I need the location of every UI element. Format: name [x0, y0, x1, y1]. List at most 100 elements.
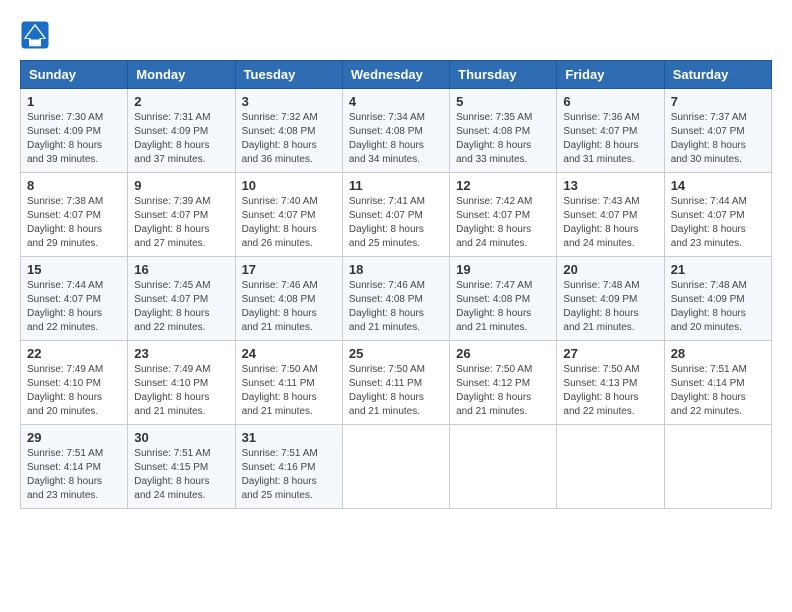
calendar-day-cell — [557, 425, 664, 509]
day-number: 12 — [456, 178, 550, 193]
day-number: 4 — [349, 94, 443, 109]
page-header — [20, 20, 772, 50]
calendar-day-cell: 15 Sunrise: 7:44 AM Sunset: 4:07 PM Dayl… — [21, 257, 128, 341]
day-info: Sunrise: 7:32 AM Sunset: 4:08 PM Dayligh… — [242, 111, 336, 167]
calendar-day-cell: 25 Sunrise: 7:50 AM Sunset: 4:11 PM Dayl… — [342, 341, 449, 425]
day-number: 14 — [671, 178, 765, 193]
calendar-day-cell: 13 Sunrise: 7:43 AM Sunset: 4:07 PM Dayl… — [557, 173, 664, 257]
day-number: 3 — [242, 94, 336, 109]
day-info: Sunrise: 7:31 AM Sunset: 4:09 PM Dayligh… — [134, 111, 228, 167]
calendar-table: SundayMondayTuesdayWednesdayThursdayFrid… — [20, 60, 772, 509]
weekday-header: Saturday — [664, 61, 771, 89]
calendar-day-cell: 4 Sunrise: 7:34 AM Sunset: 4:08 PM Dayli… — [342, 89, 449, 173]
day-info: Sunrise: 7:51 AM Sunset: 4:14 PM Dayligh… — [671, 363, 765, 419]
day-info: Sunrise: 7:44 AM Sunset: 4:07 PM Dayligh… — [671, 195, 765, 251]
weekday-header: Sunday — [21, 61, 128, 89]
calendar-day-cell: 27 Sunrise: 7:50 AM Sunset: 4:13 PM Dayl… — [557, 341, 664, 425]
day-number: 2 — [134, 94, 228, 109]
day-number: 11 — [349, 178, 443, 193]
day-info: Sunrise: 7:48 AM Sunset: 4:09 PM Dayligh… — [671, 279, 765, 335]
day-info: Sunrise: 7:51 AM Sunset: 4:16 PM Dayligh… — [242, 447, 336, 503]
calendar-day-cell: 9 Sunrise: 7:39 AM Sunset: 4:07 PM Dayli… — [128, 173, 235, 257]
calendar-week-row: 15 Sunrise: 7:44 AM Sunset: 4:07 PM Dayl… — [21, 257, 772, 341]
calendar-day-cell: 19 Sunrise: 7:47 AM Sunset: 4:08 PM Dayl… — [450, 257, 557, 341]
day-number: 17 — [242, 262, 336, 277]
calendar-day-cell: 23 Sunrise: 7:49 AM Sunset: 4:10 PM Dayl… — [128, 341, 235, 425]
day-info: Sunrise: 7:38 AM Sunset: 4:07 PM Dayligh… — [27, 195, 121, 251]
calendar-day-cell: 7 Sunrise: 7:37 AM Sunset: 4:07 PM Dayli… — [664, 89, 771, 173]
logo-icon — [20, 20, 50, 50]
day-number: 26 — [456, 346, 550, 361]
day-number: 21 — [671, 262, 765, 277]
calendar-day-cell: 5 Sunrise: 7:35 AM Sunset: 4:08 PM Dayli… — [450, 89, 557, 173]
day-number: 10 — [242, 178, 336, 193]
day-number: 15 — [27, 262, 121, 277]
day-info: Sunrise: 7:37 AM Sunset: 4:07 PM Dayligh… — [671, 111, 765, 167]
calendar-week-row: 1 Sunrise: 7:30 AM Sunset: 4:09 PM Dayli… — [21, 89, 772, 173]
day-info: Sunrise: 7:40 AM Sunset: 4:07 PM Dayligh… — [242, 195, 336, 251]
day-info: Sunrise: 7:47 AM Sunset: 4:08 PM Dayligh… — [456, 279, 550, 335]
calendar-week-row: 22 Sunrise: 7:49 AM Sunset: 4:10 PM Dayl… — [21, 341, 772, 425]
day-info: Sunrise: 7:39 AM Sunset: 4:07 PM Dayligh… — [134, 195, 228, 251]
calendar-week-row: 8 Sunrise: 7:38 AM Sunset: 4:07 PM Dayli… — [21, 173, 772, 257]
day-number: 9 — [134, 178, 228, 193]
logo — [20, 20, 54, 50]
day-info: Sunrise: 7:46 AM Sunset: 4:08 PM Dayligh… — [349, 279, 443, 335]
weekday-header: Monday — [128, 61, 235, 89]
day-info: Sunrise: 7:30 AM Sunset: 4:09 PM Dayligh… — [27, 111, 121, 167]
day-number: 20 — [563, 262, 657, 277]
calendar-day-cell: 11 Sunrise: 7:41 AM Sunset: 4:07 PM Dayl… — [342, 173, 449, 257]
day-info: Sunrise: 7:44 AM Sunset: 4:07 PM Dayligh… — [27, 279, 121, 335]
calendar-day-cell: 12 Sunrise: 7:42 AM Sunset: 4:07 PM Dayl… — [450, 173, 557, 257]
calendar-day-cell — [450, 425, 557, 509]
day-number: 27 — [563, 346, 657, 361]
day-number: 8 — [27, 178, 121, 193]
day-info: Sunrise: 7:48 AM Sunset: 4:09 PM Dayligh… — [563, 279, 657, 335]
calendar-day-cell: 10 Sunrise: 7:40 AM Sunset: 4:07 PM Dayl… — [235, 173, 342, 257]
calendar-day-cell: 1 Sunrise: 7:30 AM Sunset: 4:09 PM Dayli… — [21, 89, 128, 173]
day-info: Sunrise: 7:50 AM Sunset: 4:13 PM Dayligh… — [563, 363, 657, 419]
day-info: Sunrise: 7:34 AM Sunset: 4:08 PM Dayligh… — [349, 111, 443, 167]
calendar-day-cell: 26 Sunrise: 7:50 AM Sunset: 4:12 PM Dayl… — [450, 341, 557, 425]
day-info: Sunrise: 7:36 AM Sunset: 4:07 PM Dayligh… — [563, 111, 657, 167]
calendar-day-cell: 17 Sunrise: 7:46 AM Sunset: 4:08 PM Dayl… — [235, 257, 342, 341]
calendar-day-cell: 30 Sunrise: 7:51 AM Sunset: 4:15 PM Dayl… — [128, 425, 235, 509]
day-number: 30 — [134, 430, 228, 445]
calendar-day-cell — [664, 425, 771, 509]
weekday-header: Wednesday — [342, 61, 449, 89]
calendar-day-cell: 20 Sunrise: 7:48 AM Sunset: 4:09 PM Dayl… — [557, 257, 664, 341]
day-info: Sunrise: 7:51 AM Sunset: 4:14 PM Dayligh… — [27, 447, 121, 503]
calendar-day-cell: 16 Sunrise: 7:45 AM Sunset: 4:07 PM Dayl… — [128, 257, 235, 341]
calendar-day-cell: 6 Sunrise: 7:36 AM Sunset: 4:07 PM Dayli… — [557, 89, 664, 173]
day-number: 23 — [134, 346, 228, 361]
day-info: Sunrise: 7:41 AM Sunset: 4:07 PM Dayligh… — [349, 195, 443, 251]
calendar-day-cell: 21 Sunrise: 7:48 AM Sunset: 4:09 PM Dayl… — [664, 257, 771, 341]
calendar-day-cell: 31 Sunrise: 7:51 AM Sunset: 4:16 PM Dayl… — [235, 425, 342, 509]
day-info: Sunrise: 7:49 AM Sunset: 4:10 PM Dayligh… — [27, 363, 121, 419]
calendar-day-cell: 28 Sunrise: 7:51 AM Sunset: 4:14 PM Dayl… — [664, 341, 771, 425]
calendar-day-cell: 3 Sunrise: 7:32 AM Sunset: 4:08 PM Dayli… — [235, 89, 342, 173]
day-info: Sunrise: 7:50 AM Sunset: 4:11 PM Dayligh… — [242, 363, 336, 419]
day-number: 1 — [27, 94, 121, 109]
calendar-week-row: 29 Sunrise: 7:51 AM Sunset: 4:14 PM Dayl… — [21, 425, 772, 509]
calendar-day-cell: 14 Sunrise: 7:44 AM Sunset: 4:07 PM Dayl… — [664, 173, 771, 257]
day-info: Sunrise: 7:50 AM Sunset: 4:12 PM Dayligh… — [456, 363, 550, 419]
calendar-day-cell — [342, 425, 449, 509]
day-number: 7 — [671, 94, 765, 109]
day-number: 25 — [349, 346, 443, 361]
day-number: 24 — [242, 346, 336, 361]
day-number: 16 — [134, 262, 228, 277]
calendar-header-row: SundayMondayTuesdayWednesdayThursdayFrid… — [21, 61, 772, 89]
calendar-day-cell: 22 Sunrise: 7:49 AM Sunset: 4:10 PM Dayl… — [21, 341, 128, 425]
day-info: Sunrise: 7:46 AM Sunset: 4:08 PM Dayligh… — [242, 279, 336, 335]
calendar-day-cell: 29 Sunrise: 7:51 AM Sunset: 4:14 PM Dayl… — [21, 425, 128, 509]
day-number: 5 — [456, 94, 550, 109]
day-info: Sunrise: 7:49 AM Sunset: 4:10 PM Dayligh… — [134, 363, 228, 419]
calendar-day-cell: 8 Sunrise: 7:38 AM Sunset: 4:07 PM Dayli… — [21, 173, 128, 257]
calendar-day-cell: 18 Sunrise: 7:46 AM Sunset: 4:08 PM Dayl… — [342, 257, 449, 341]
day-number: 19 — [456, 262, 550, 277]
day-number: 13 — [563, 178, 657, 193]
day-info: Sunrise: 7:43 AM Sunset: 4:07 PM Dayligh… — [563, 195, 657, 251]
weekday-header: Tuesday — [235, 61, 342, 89]
day-number: 18 — [349, 262, 443, 277]
